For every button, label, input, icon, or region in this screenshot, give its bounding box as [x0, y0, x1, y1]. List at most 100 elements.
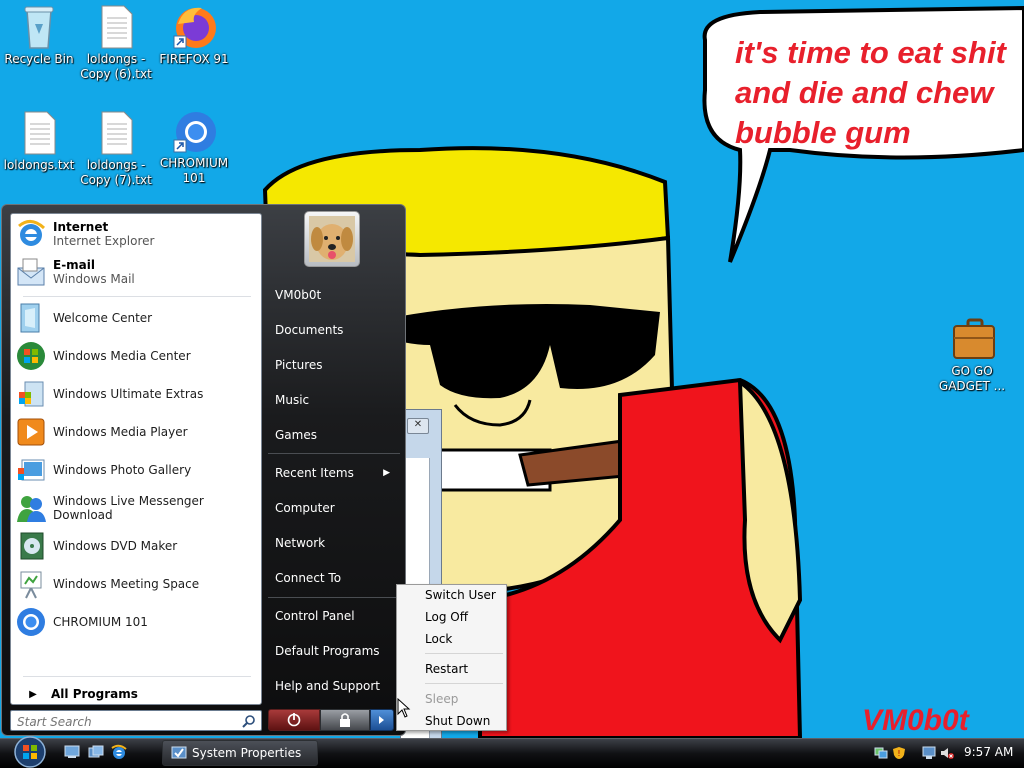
desktop-icon-chromium[interactable]: CHROMIUM 101: [155, 108, 233, 186]
desktop-icon-firefox[interactable]: FIREFOX 91: [155, 4, 233, 67]
desktop-icon-gadget[interactable]: GO GO GADGET ...: [933, 316, 1011, 394]
search-icon[interactable]: [242, 714, 256, 728]
all-programs-button[interactable]: ▶ All Programs: [15, 684, 259, 704]
program-windows-media-center[interactable]: Windows Media Center: [15, 338, 259, 374]
desktop-icon-txt[interactable]: loldongs - Copy (7).txt: [77, 110, 155, 188]
program-windows-media-player[interactable]: Windows Media Player: [15, 414, 259, 450]
program-windows-meeting-space[interactable]: Windows Meeting Space: [15, 566, 259, 602]
chromium-icon: [17, 608, 45, 636]
all-programs-label: All Programs: [51, 687, 138, 701]
program-windows-ultimate-extras[interactable]: Windows Ultimate Extras: [15, 376, 259, 412]
right-item-label: Default Programs: [275, 644, 380, 658]
start-help-and-support[interactable]: Help and Support: [268, 671, 398, 701]
program-label: Windows Live Messenger Download: [53, 494, 204, 522]
menu-item-log-off[interactable]: Log Off: [425, 610, 468, 624]
right-item-label: Network: [275, 536, 326, 550]
start-default-programs[interactable]: Default Programs: [268, 636, 398, 666]
recycle-bin-icon: [15, 4, 63, 50]
tray-network-icon[interactable]: [874, 746, 888, 760]
arrow-right-icon: [379, 716, 384, 724]
start-games[interactable]: Games: [268, 420, 398, 450]
right-item-label: Music: [275, 393, 310, 407]
system-properties-icon: [171, 746, 187, 759]
program-label: Windows Photo Gallery: [53, 463, 192, 477]
switch-windows-icon[interactable]: [88, 745, 104, 759]
start-documents[interactable]: Documents: [268, 315, 398, 345]
pinned-internet[interactable]: Internet Internet Explorer: [15, 216, 259, 252]
tray-display-icon[interactable]: [922, 746, 936, 760]
right-item-label: VM0b0t: [275, 288, 322, 302]
power-options-arrow-button[interactable]: [370, 709, 394, 731]
briefcase-icon: [948, 316, 996, 362]
desktop-icon-label: loldongs - Copy (7).txt: [80, 158, 152, 187]
menu-item-restart[interactable]: Restart: [425, 662, 468, 676]
program-label: Windows DVD Maker: [53, 539, 178, 553]
close-icon[interactable]: ✕: [407, 418, 429, 434]
program-label: Windows Meeting Space: [53, 577, 200, 591]
tray-security-icon[interactable]: !: [892, 746, 906, 760]
right-item-label: Pictures: [275, 358, 323, 372]
menu-item-lock[interactable]: Lock: [425, 632, 452, 646]
desktop-icon-recycle-bin[interactable]: Recycle Bin: [0, 4, 78, 67]
start-search-input[interactable]: [15, 712, 239, 731]
welcome-center-icon: [20, 303, 40, 333]
media-center-icon: [17, 342, 45, 370]
start-music[interactable]: Music: [268, 385, 398, 415]
internet-explorer-quicklaunch-icon[interactable]: [111, 744, 127, 760]
program-windows-live-messenger-download[interactable]: Windows Live Messenger Download: [15, 490, 259, 526]
right-item-label: Computer: [275, 501, 335, 515]
right-item-label: Games: [275, 428, 317, 442]
svg-text:!: !: [897, 749, 900, 758]
dvd-maker-icon: [20, 532, 44, 560]
pinned-title: E-mail: [53, 258, 96, 272]
program-label: Windows Ultimate Extras: [53, 387, 204, 401]
photo-gallery-icon: [18, 459, 45, 481]
chromium-icon: [170, 108, 218, 154]
program-label: CHROMIUM 101: [53, 615, 148, 629]
program-welcome-center[interactable]: Welcome Center: [15, 300, 259, 336]
program-windows-dvd-maker[interactable]: Windows DVD Maker: [15, 528, 259, 564]
signature: VM0b0t: [862, 704, 971, 737]
task-label: System Properties: [192, 746, 302, 760]
start-pictures[interactable]: Pictures: [268, 350, 398, 380]
taskbar-item-system-properties[interactable]: System Properties: [162, 740, 318, 766]
tray-volume-muted-icon[interactable]: [940, 746, 954, 760]
start-button[interactable]: [10, 734, 50, 768]
taskbar-clock[interactable]: 9:57 AM: [964, 745, 1013, 759]
pinned-subtitle: Internet Explorer: [53, 234, 155, 248]
menu-item-shut-down[interactable]: Shut Down: [425, 714, 490, 728]
start-search-box[interactable]: [10, 710, 262, 731]
meeting-space-icon: [20, 571, 42, 599]
start-menu-programs-pane: Internet Internet Explorer E-mail Windows …: [10, 213, 262, 705]
lock-icon: [340, 713, 350, 727]
start-recent-items[interactable]: Recent Items ▶: [268, 458, 398, 488]
right-item-label: Connect To: [275, 571, 342, 585]
start-user-folder[interactable]: VM0b0t: [268, 280, 398, 310]
pinned-email[interactable]: E-mail Windows Mail: [15, 254, 259, 290]
program-windows-photo-gallery[interactable]: Windows Photo Gallery: [15, 452, 259, 488]
desktop-icon-txt[interactable]: loldongs - Copy (6).txt: [77, 4, 155, 82]
text-file-icon: [92, 4, 140, 50]
menu-item-switch-user[interactable]: Switch User: [425, 588, 496, 602]
submenu-arrow-icon: ▶: [383, 468, 390, 478]
speech-line-1: it's time to eat shit: [735, 35, 1008, 70]
right-item-label: Recent Items: [275, 466, 354, 480]
start-connect-to[interactable]: Connect To: [268, 563, 398, 593]
desktop-icon-label: GO GO GADGET ...: [938, 364, 1006, 393]
desktop-icon-txt[interactable]: loldongs.txt: [0, 110, 78, 173]
program-label: Windows Media Player: [53, 425, 188, 439]
dog-avatar-icon: [309, 216, 355, 262]
program-chromium[interactable]: CHROMIUM 101: [15, 604, 259, 640]
show-desktop-icon[interactable]: [64, 745, 80, 759]
text-file-icon: [92, 110, 140, 156]
start-computer[interactable]: Computer: [268, 493, 398, 523]
desktop-icon-label: loldongs.txt: [3, 158, 75, 172]
lock-button[interactable]: [320, 709, 370, 731]
firefox-icon: [170, 4, 218, 50]
right-item-label: Help and Support: [275, 679, 380, 693]
desktop-icon-label: FIREFOX 91: [159, 52, 229, 66]
power-button[interactable]: [268, 709, 320, 731]
user-avatar[interactable]: [304, 211, 360, 267]
start-control-panel[interactable]: Control Panel: [268, 601, 398, 631]
start-network[interactable]: Network: [268, 528, 398, 558]
